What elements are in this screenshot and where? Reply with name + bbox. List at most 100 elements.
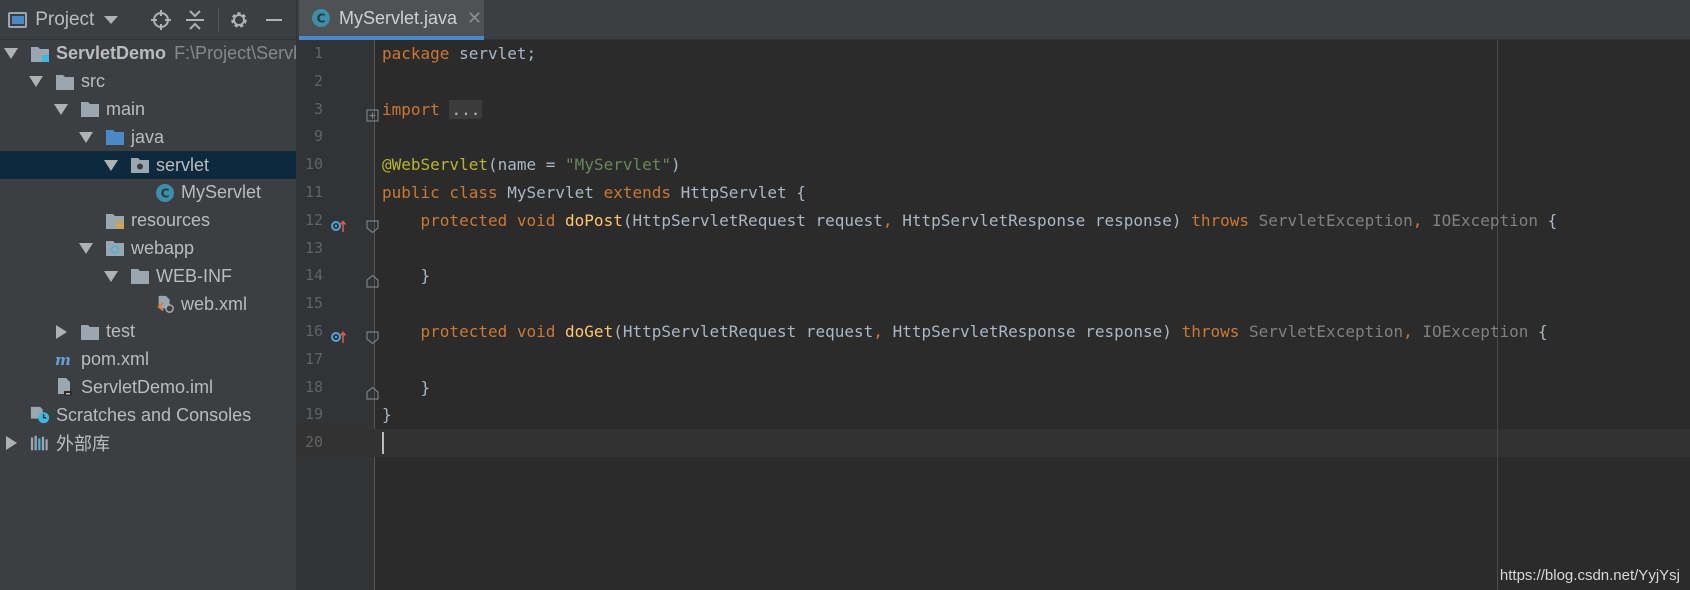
tree-item-web-inf[interactable]: WEB-INF: [0, 262, 296, 290]
expand-arrow-icon[interactable]: [79, 242, 93, 254]
xml-file-icon: [155, 295, 175, 313]
code-line[interactable]: 15: [297, 290, 1690, 318]
code-line[interactable]: 20: [297, 429, 1690, 457]
folded-imports-placeholder[interactable]: ...: [449, 99, 483, 119]
tree-item-java[interactable]: java: [0, 123, 296, 151]
chevron-down-icon[interactable]: [104, 15, 119, 24]
tree-item-webapp[interactable]: webapp: [0, 235, 296, 263]
line-number: 12: [304, 210, 323, 229]
code-text: import ...: [382, 96, 483, 124]
settings-button[interactable]: [227, 7, 252, 33]
fold-toggle[interactable]: [366, 325, 379, 345]
code-token: IOException: [1422, 210, 1538, 230]
tree-item-main[interactable]: main: [0, 96, 296, 124]
tree-item-resources[interactable]: resources: [0, 207, 296, 235]
fold-expand-icon[interactable]: [366, 108, 379, 122]
code-line[interactable]: 11 public class MyServlet extends HttpSer…: [297, 179, 1690, 207]
fold-end-icon[interactable]: [366, 386, 379, 400]
line-number: 15: [304, 294, 323, 313]
expand-arrow-icon[interactable]: [4, 48, 18, 60]
expand-arrow-icon[interactable]: [29, 76, 43, 88]
code-text: public class MyServlet extends HttpServl…: [382, 179, 806, 207]
override-marker-icon[interactable]: [331, 219, 347, 233]
code-token: ,: [1403, 322, 1413, 341]
expand-arrow-icon[interactable]: [104, 159, 118, 171]
collapsed-arrow-icon[interactable]: [55, 324, 67, 339]
close-icon[interactable]: ✕: [467, 8, 482, 29]
code-text: }: [382, 262, 431, 290]
tree-item-test[interactable]: test: [0, 318, 296, 346]
tree-arrow-slot: [4, 47, 18, 61]
fold-toggle[interactable]: [366, 103, 379, 122]
code-text: protected void doGet(HttpServletRequest …: [382, 318, 1548, 346]
project-view-selector[interactable]: Project: [35, 9, 94, 31]
fold-toggle[interactable]: [366, 269, 379, 288]
locate-file-button[interactable]: [148, 7, 173, 33]
code-editor[interactable]: 1 package servlet; 2 3 import ... 9 10 @WebServ…: [297, 40, 1690, 590]
fold-end-icon[interactable]: [366, 275, 379, 288]
fold-toggle[interactable]: [366, 214, 379, 234]
override-marker-icon[interactable]: [331, 330, 347, 344]
fold-toggle[interactable]: [366, 381, 379, 400]
tab-myservlet-java[interactable]: C MyServlet.java ✕: [299, 0, 484, 40]
code-line[interactable]: 19}: [297, 401, 1690, 429]
tree-item-pom-xml[interactable]: m pom.xml: [0, 346, 296, 374]
code-token: {: [1537, 210, 1558, 230]
tree-item-label: WEB-INF: [156, 265, 232, 286]
code-token: }: [382, 266, 431, 286]
fold-open-icon[interactable]: [366, 220, 379, 234]
code-token: throws: [1181, 322, 1240, 341]
line-number: 14: [304, 266, 323, 285]
tree-item-label: src: [81, 71, 105, 92]
code-line[interactable]: 17: [297, 346, 1690, 374]
tree-item-servletdemo[interactable]: ServletDemo F:\Project\Servlet: [0, 40, 296, 68]
fold-open-icon[interactable]: [366, 331, 379, 345]
code-text: package servlet;: [382, 40, 536, 68]
gutter-marker[interactable]: [331, 214, 347, 232]
tree-arrow-slot: [4, 436, 18, 451]
collapsed-arrow-icon[interactable]: [5, 436, 17, 451]
tree-item-scratches-and-consoles[interactable]: Scratches and Consoles: [0, 401, 296, 429]
expand-arrow-icon[interactable]: [79, 131, 93, 143]
tree-item-servlet[interactable]: servlet: [0, 151, 296, 179]
code-line[interactable]: 10 @WebServlet(name = "MyServlet"): [297, 151, 1690, 179]
code-token: }: [382, 405, 392, 425]
tree-arrow-slot: [129, 186, 143, 200]
hide-panel-button[interactable]: [261, 7, 286, 33]
code-token: (HttpServletRequest request: [613, 322, 874, 341]
folder-icon: [130, 267, 150, 285]
code-token: protected void: [420, 322, 556, 341]
code-line[interactable]: 3 import ...: [297, 96, 1690, 124]
gutter-marker[interactable]: [331, 325, 347, 343]
code-line[interactable]: 2: [297, 68, 1690, 96]
project-tree: ServletDemo F:\Project\Servlet src main java…: [0, 40, 296, 457]
line-number: 1: [313, 44, 323, 62]
code-line[interactable]: 9: [297, 123, 1690, 151]
tree-item-label: ServletDemo: [56, 43, 167, 64]
tree-item-myservlet[interactable]: C MyServlet: [0, 179, 296, 207]
tree-item-label: java: [131, 126, 165, 147]
code-line[interactable]: 13: [297, 235, 1690, 263]
libraries-icon: [30, 434, 50, 452]
code-line[interactable]: 18 }: [297, 374, 1690, 402]
code-line[interactable]: 16 protected void doGet(HttpServletReque…: [297, 318, 1690, 346]
tree-item-servletdemo-iml[interactable]: ServletDemo.iml: [0, 374, 296, 402]
tree-arrow-slot: [104, 269, 118, 283]
code-token: HttpServletResponse response): [892, 210, 1192, 230]
expand-arrow-icon[interactable]: [54, 103, 68, 115]
code-line[interactable]: 12 protected void doPost(HttpServletRequ…: [297, 207, 1690, 235]
code-text: }: [382, 374, 431, 402]
project-panel-header: Project: [0, 0, 296, 40]
expand-arrow-icon[interactable]: [104, 270, 118, 282]
code-token: doGet: [565, 322, 614, 341]
tree-item-[interactable]: 外部库: [0, 429, 296, 457]
tree-arrow-slot: [29, 353, 43, 367]
tree-arrow-slot: [79, 130, 93, 144]
collapse-all-button[interactable]: [183, 7, 208, 33]
tree-item-web-xml[interactable]: web.xml: [0, 290, 296, 318]
code-line[interactable]: 1 package servlet;: [297, 40, 1690, 68]
code-line[interactable]: 14 }: [297, 262, 1690, 290]
tree-item-label: MyServlet: [181, 182, 262, 203]
tree-item-src[interactable]: src: [0, 68, 296, 96]
